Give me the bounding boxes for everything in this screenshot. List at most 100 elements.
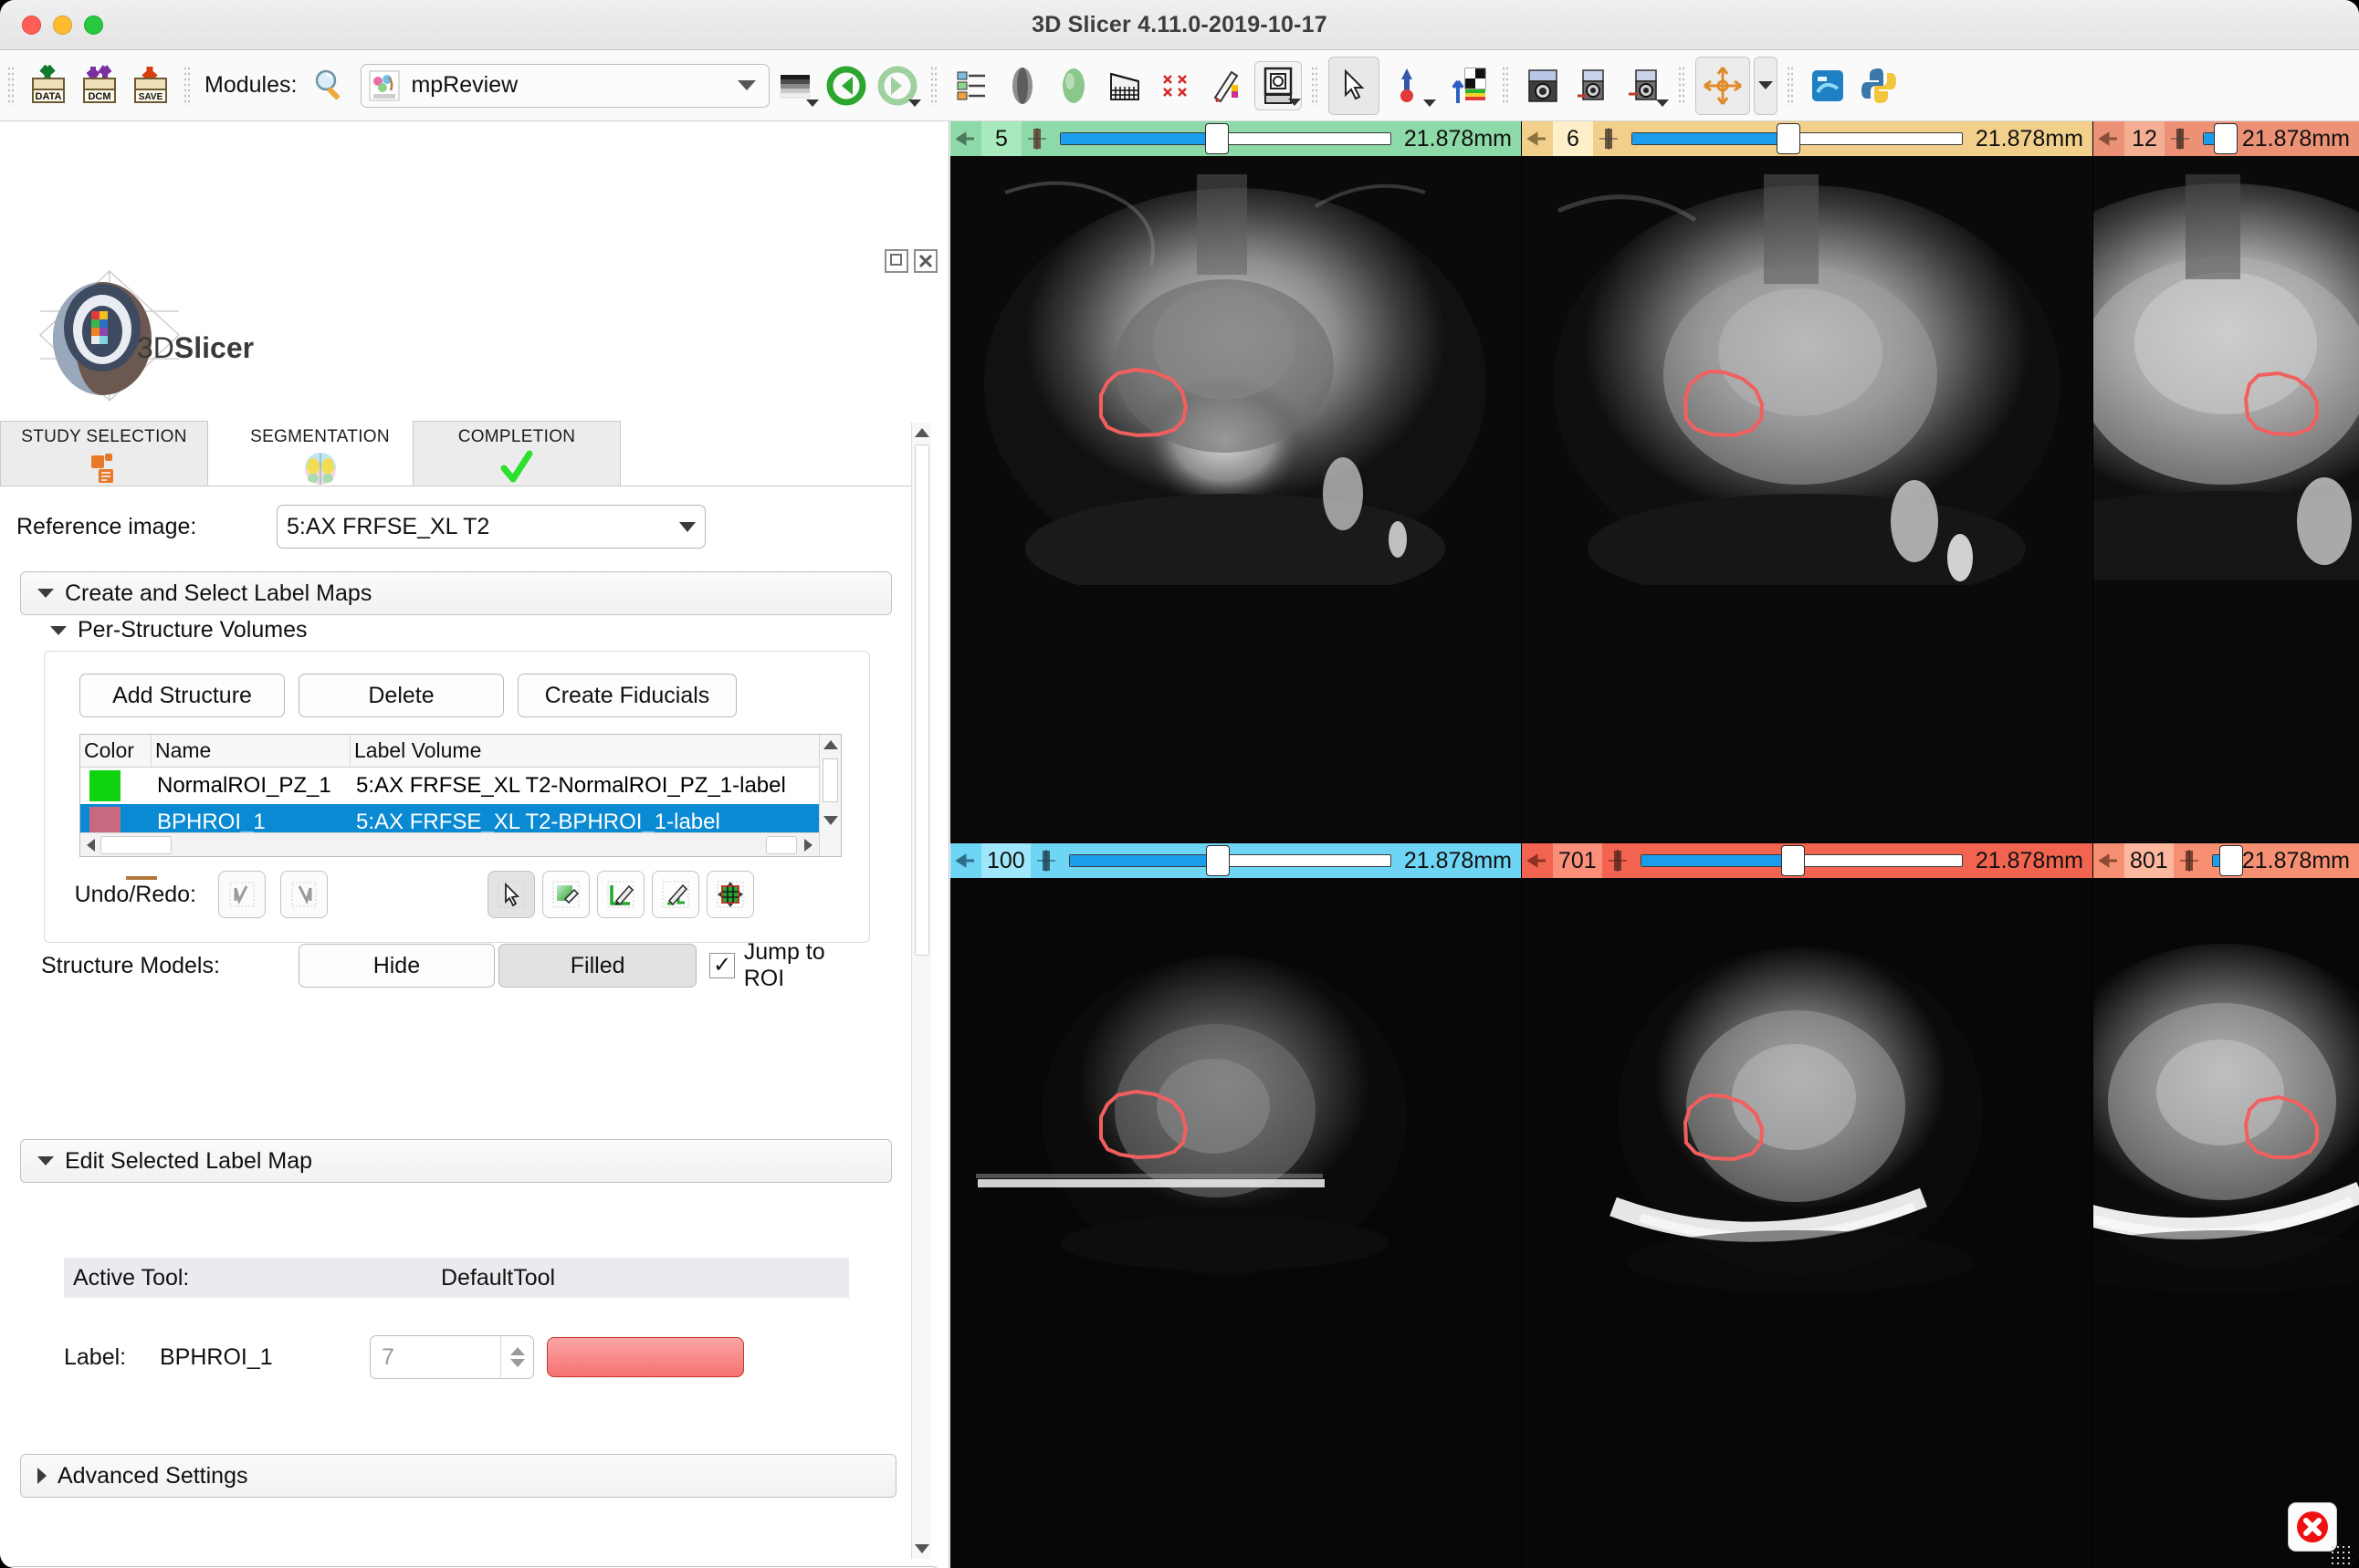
search-icon[interactable] (306, 61, 353, 110)
toolbar-grip-capture[interactable] (1502, 66, 1510, 106)
default-tool-icon[interactable] (488, 871, 535, 918)
level-tracing-icon[interactable] (652, 871, 699, 918)
resize-grip[interactable] (2330, 1544, 2354, 1564)
pin-icon[interactable] (2093, 131, 2124, 146)
stepper-up-icon[interactable] (510, 1347, 525, 1355)
volumes-icon[interactable] (999, 61, 1046, 110)
slider-thumb[interactable] (2214, 123, 2238, 154)
toolbar-grip-crosshair[interactable] (1678, 66, 1686, 106)
slider-thumb[interactable] (2219, 845, 2243, 876)
scroll-right-icon[interactable] (797, 839, 819, 852)
save-data-icon[interactable]: SAVE (127, 61, 174, 110)
slider-thumb[interactable] (1205, 123, 1229, 154)
slice-image[interactable] (2093, 878, 2359, 1568)
slice-image[interactable] (1522, 156, 2092, 842)
slice-view-100[interactable]: 100 21.878mm (950, 843, 1521, 1568)
tab-completion[interactable]: COMPLETION (413, 421, 621, 486)
hide-models-button[interactable]: Hide (299, 944, 495, 988)
slice-slider[interactable] (2205, 843, 2237, 878)
load-dicom-icon[interactable]: DCM (76, 61, 123, 110)
extension-manager-icon[interactable] (1804, 61, 1851, 110)
column-header-label-volume[interactable]: Label Volume (351, 735, 841, 767)
toolbar-grip-modules2[interactable] (930, 66, 938, 106)
pin-icon[interactable] (1522, 131, 1553, 146)
scroll-left-icon[interactable] (80, 839, 100, 852)
slice-slider[interactable] (1053, 121, 1399, 156)
toolbar-grip-ext[interactable] (1787, 66, 1795, 106)
toolbar-grip[interactable] (7, 66, 16, 106)
stepper-buttons[interactable] (500, 1336, 533, 1378)
table-scroll-thumb[interactable] (823, 758, 838, 802)
pin-icon[interactable] (950, 853, 981, 868)
tab-segmentation[interactable]: SEGMENTATION (226, 421, 414, 486)
scroll-down-icon[interactable] (820, 810, 842, 831)
chevron-down-icon[interactable] (738, 80, 756, 90)
hscroll-thumb[interactable] (100, 836, 172, 854)
structures-table[interactable]: Color Name Label Volume NormalROI_PZ_1 5… (79, 734, 842, 857)
module-history-back-icon[interactable] (823, 61, 870, 110)
slider-thumb[interactable] (1206, 845, 1230, 876)
visibility-icon[interactable] (1602, 849, 1633, 873)
create-fiducials-button[interactable]: Create Fiducials (518, 674, 737, 717)
layout-grid-icon[interactable] (771, 61, 819, 110)
scene-views-icon[interactable] (1254, 61, 1302, 110)
crosshair-options-icon[interactable] (1754, 57, 1777, 115)
mouse-mode-icon[interactable] (1328, 57, 1379, 115)
column-header-color[interactable]: Color (80, 735, 152, 767)
slice-image[interactable] (2093, 156, 2359, 842)
slice-view-701[interactable]: 701 21.878mm (1522, 843, 2092, 1568)
yellow-slice-view[interactable]: 6 21.878mm (1522, 121, 2092, 842)
toolbar-grip-mouse[interactable] (1311, 66, 1319, 106)
per-structure-volumes-header[interactable]: Per-Structure Volumes (50, 617, 308, 643)
close-panel-icon[interactable] (914, 249, 938, 273)
create-select-label-maps-section[interactable]: Create and Select Label Maps (20, 571, 892, 615)
chevron-down-icon[interactable] (1423, 99, 1436, 107)
module-selector[interactable]: mpReview (361, 64, 770, 108)
chevron-down-icon[interactable] (679, 522, 696, 532)
models-icon[interactable] (1050, 61, 1097, 110)
delete-structure-button[interactable]: Delete (299, 674, 504, 717)
undock-panel-icon[interactable] (885, 249, 908, 273)
visibility-icon[interactable] (2174, 849, 2205, 873)
advanced-settings-section[interactable]: Advanced Settings (20, 1454, 896, 1498)
slice-slider[interactable] (1624, 121, 1970, 156)
slice-slider[interactable] (1062, 843, 1399, 878)
reference-image-select[interactable]: 5:AX FRFSE_XL T2 (277, 505, 706, 549)
slice-slider[interactable] (1633, 843, 1970, 878)
pin-icon[interactable] (1522, 853, 1553, 868)
scroll-up-icon[interactable] (820, 735, 841, 755)
jump-to-roi-checkbox[interactable]: ✓ (709, 953, 734, 978)
panel-vertical-scrollbar[interactable] (911, 423, 931, 1559)
hscroll-thumb-right[interactable] (766, 836, 797, 854)
grid-effect-icon[interactable] (707, 871, 754, 918)
draw-effect-icon[interactable] (597, 871, 645, 918)
toolbar-grip-modules[interactable] (183, 66, 192, 106)
annotations-icon[interactable] (1203, 61, 1251, 110)
visibility-icon[interactable] (1031, 849, 1062, 873)
volume-rendering-icon[interactable] (1101, 61, 1148, 110)
slice-image[interactable] (950, 156, 1521, 842)
visibility-icon[interactable] (2165, 127, 2196, 151)
capture-icon[interactable] (1570, 61, 1618, 110)
label-value-input[interactable]: 7 (371, 1344, 500, 1371)
undo-icon[interactable] (218, 871, 266, 918)
chevron-down-icon[interactable] (1656, 99, 1669, 107)
markups-icon[interactable] (1152, 61, 1200, 110)
python-console-icon[interactable] (1855, 61, 1903, 110)
color-icon[interactable] (1445, 61, 1493, 110)
slider-thumb[interactable] (1781, 845, 1805, 876)
visibility-icon[interactable] (1593, 127, 1624, 151)
chevron-down-icon[interactable] (908, 99, 921, 107)
crosshair-icon[interactable] (1695, 57, 1750, 115)
chevron-down-icon[interactable] (1288, 99, 1301, 106)
chevron-down-icon[interactable] (806, 99, 819, 107)
slider-thumb[interactable] (1777, 123, 1800, 154)
edit-selected-label-map-section[interactable]: Edit Selected Label Map (20, 1139, 892, 1183)
table-vertical-scrollbar[interactable] (819, 735, 841, 856)
pin-icon[interactable] (2093, 853, 2124, 868)
slice-view-801[interactable]: 801 21.878mm (2093, 843, 2359, 1568)
subject-hierarchy-icon[interactable] (948, 61, 995, 110)
label-value-stepper[interactable]: 7 (370, 1335, 534, 1379)
slice-image[interactable] (1522, 878, 2092, 1568)
add-structure-button[interactable]: Add Structure (79, 674, 285, 717)
